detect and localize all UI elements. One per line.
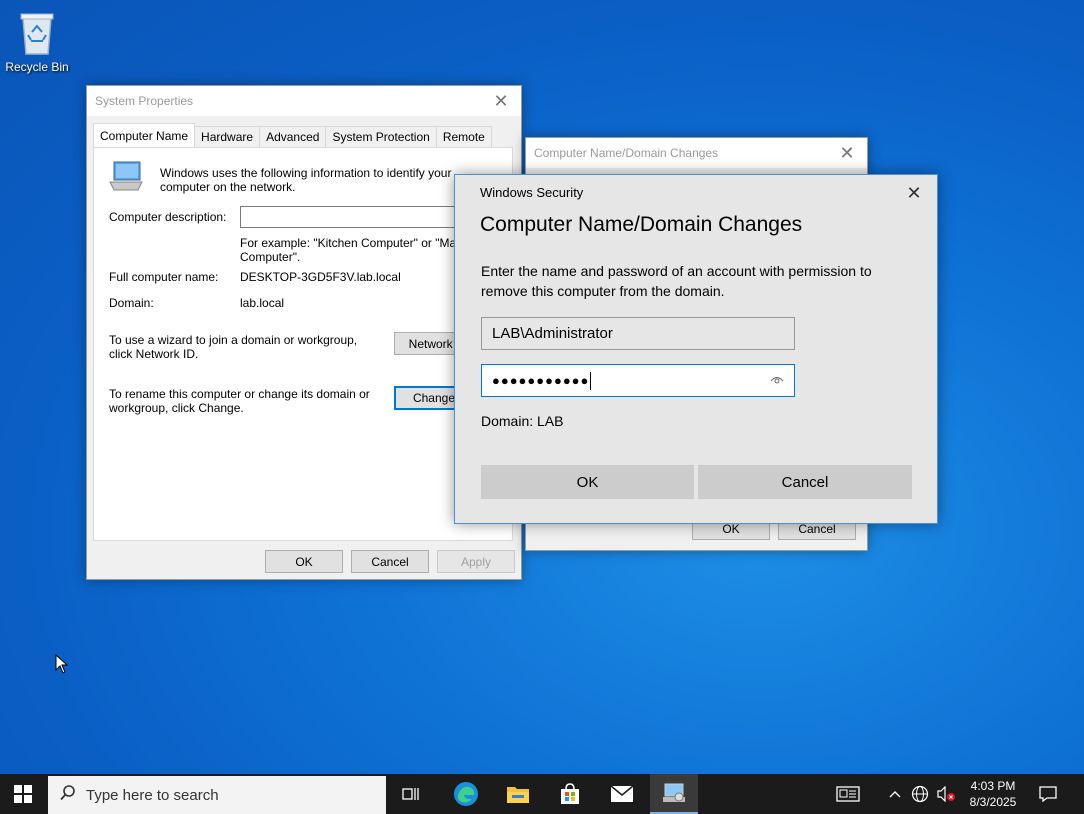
network-globe-icon[interactable] (908, 774, 932, 814)
file-explorer-icon[interactable] (498, 774, 538, 814)
task-view-icon[interactable] (392, 774, 430, 814)
computer-icon (108, 160, 144, 197)
full-name-value: DESKTOP-3GD5F3V.lab.local (240, 270, 401, 284)
ok-button[interactable]: OK (481, 465, 694, 499)
system-properties-title: System Properties (95, 94, 194, 108)
name-domain-changes-titlebar[interactable]: Computer Name/Domain Changes ✕ (526, 138, 867, 168)
ok-button[interactable]: OK (265, 550, 343, 573)
name-domain-changes-title: Computer Name/Domain Changes (534, 146, 719, 160)
dialog-title: Windows Security (480, 185, 584, 200)
microsoft-store-icon[interactable] (550, 774, 590, 814)
search-icon (60, 785, 76, 805)
news-widget-icon[interactable] (832, 774, 864, 814)
computer-name-panel: Windows uses the following information t… (93, 147, 514, 541)
apply-button[interactable]: Apply (437, 550, 515, 573)
description-label: Computer description: (109, 210, 227, 224)
intro-text: Windows uses the following information t… (160, 166, 452, 194)
mouse-cursor-icon (55, 653, 69, 677)
close-icon[interactable]: ✕ (481, 86, 521, 116)
tab-advanced[interactable]: Advanced (259, 126, 327, 147)
network-id-text: To use a wizard to join a domain or work… (109, 333, 358, 361)
tab-strip: Computer Name Hardware Advanced System P… (93, 123, 492, 147)
edge-browser-icon[interactable] (446, 774, 486, 814)
clock-date: 8/3/2025 (969, 795, 1017, 809)
tab-system-protection[interactable]: System Protection (325, 126, 437, 147)
dialog-heading: Computer Name/Domain Changes (480, 213, 803, 236)
cancel-button[interactable]: Cancel (351, 550, 429, 573)
username-field[interactable]: LAB\Administrator (481, 317, 795, 350)
dialog-message: Enter the name and password of an accoun… (481, 263, 872, 299)
clock-time: 4:03 PM (970, 779, 1016, 793)
tab-remote[interactable]: Remote (435, 126, 492, 147)
notifications-icon[interactable] (1030, 774, 1066, 814)
chevron-up-icon[interactable] (884, 774, 906, 814)
password-value: ●●●●●●●●●●● (492, 371, 592, 390)
recycle-bin-label: Recycle Bin (5, 60, 69, 74)
clock[interactable]: 4:03 PM 8/3/2025 (960, 778, 1026, 810)
close-icon[interactable]: ✕ (827, 138, 867, 168)
full-name-label: Full computer name: (109, 270, 219, 284)
system-properties-taskbar-icon[interactable] (650, 774, 698, 814)
windows-security-dialog: Windows Security ✕ Computer Name/Domain … (454, 174, 938, 524)
mail-icon[interactable] (602, 774, 642, 814)
recycle-bin-icon (17, 10, 57, 56)
volume-muted-icon[interactable] (934, 774, 958, 814)
taskbar-search-box[interactable]: Type here to search (48, 776, 386, 814)
rename-text: To rename this computer or change its do… (109, 387, 370, 415)
cancel-button[interactable]: Cancel (698, 465, 912, 499)
tab-hardware[interactable]: Hardware (194, 126, 261, 147)
close-icon[interactable]: ✕ (897, 179, 931, 207)
tab-computer-name[interactable]: Computer Name (93, 123, 196, 147)
domain-text: Domain: LAB (481, 413, 564, 429)
domain-value: lab.local (240, 296, 285, 310)
system-properties-titlebar[interactable]: System Properties ✕ (87, 86, 521, 116)
username-value: LAB\Administrator (492, 325, 613, 342)
reveal-password-icon[interactable] (770, 374, 784, 388)
windows-logo-icon (14, 785, 32, 803)
recycle-bin-shortcut[interactable]: Recycle Bin (4, 10, 70, 74)
password-field[interactable]: ●●●●●●●●●●● (481, 364, 795, 397)
start-button[interactable] (0, 774, 46, 814)
domain-label: Domain: (109, 296, 154, 310)
search-placeholder: Type here to search (86, 786, 219, 804)
